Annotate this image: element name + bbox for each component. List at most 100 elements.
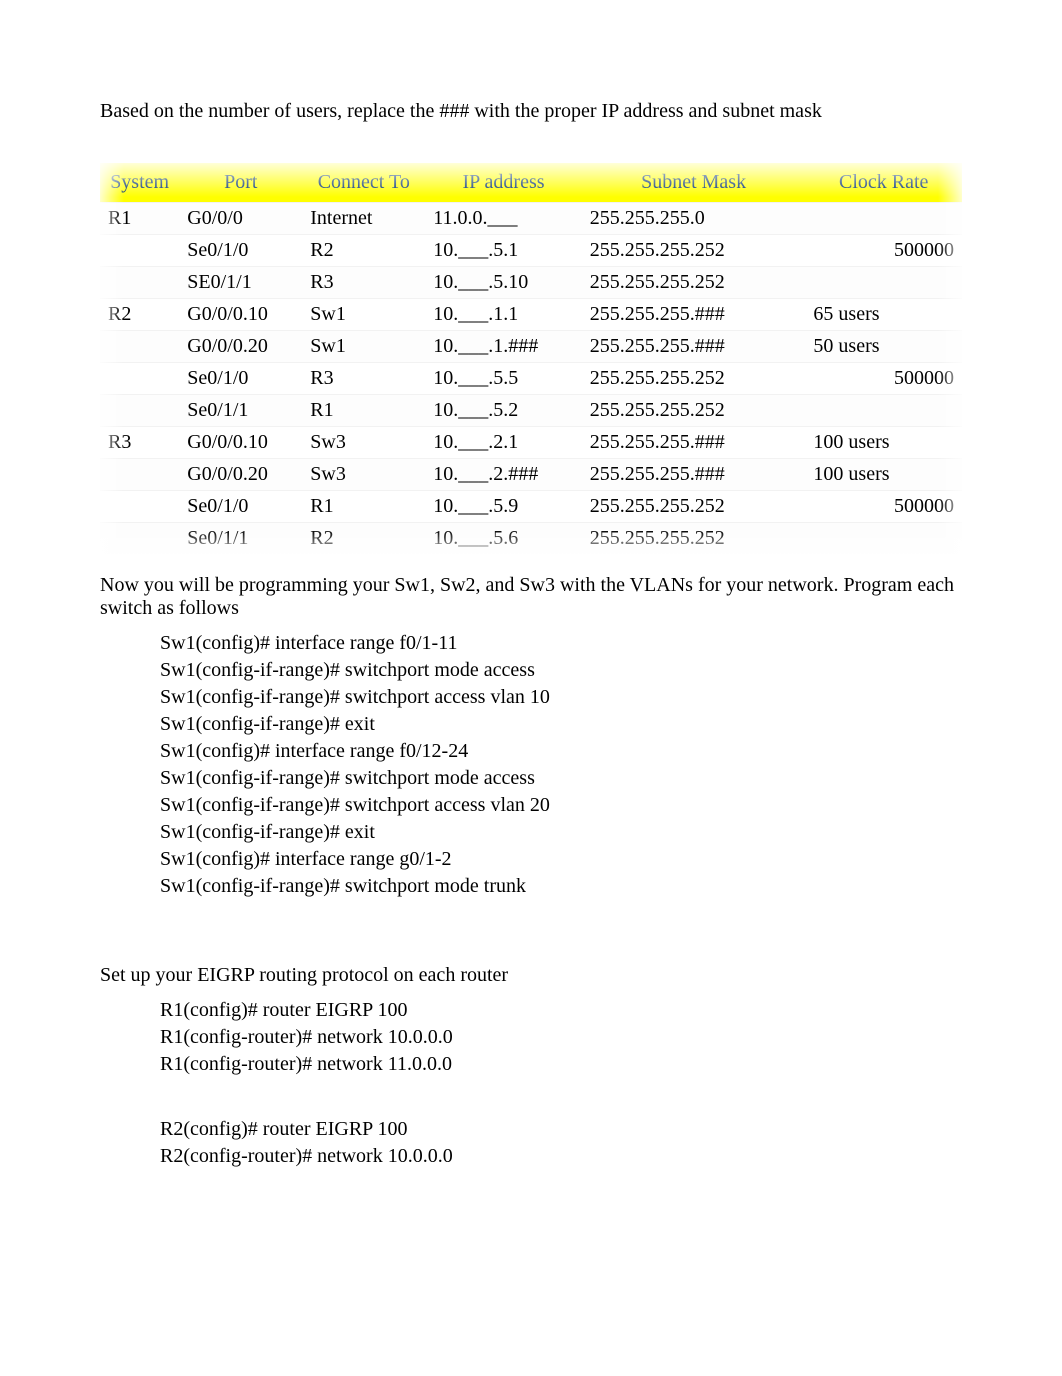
cell-ip: 11.0.0.___ — [425, 202, 582, 234]
cell-system — [100, 522, 179, 554]
cell-connect: Internet — [302, 202, 425, 234]
code-line: R1(config)# router EIGRP 100 — [160, 997, 962, 1024]
cell-connect: Sw3 — [302, 458, 425, 490]
code-line: Sw1(config-if-range)# exit — [160, 819, 962, 846]
cell-connect: R1 — [302, 394, 425, 426]
cell-ip: 10.___.5.5 — [425, 362, 582, 394]
cell-system: R1 — [100, 202, 179, 234]
th-subnet: Subnet Mask — [582, 163, 806, 202]
table-row: Se0/1/1R210.___.5.6255.255.255.252 — [100, 522, 962, 554]
cell-connect: Sw1 — [302, 298, 425, 330]
cell-subnet: 255.255.255.### — [582, 330, 806, 362]
cell-connect: R2 — [302, 234, 425, 266]
code-line: Sw1(config-if-range)# switchport mode ac… — [160, 765, 962, 792]
cell-subnet: 255.255.255.252 — [582, 394, 806, 426]
code-line: R1(config-router)# network 10.0.0.0 — [160, 1024, 962, 1051]
table-row: G0/0/0.20Sw310.___.2.###255.255.255.###1… — [100, 458, 962, 490]
eigrp-commands-r2: R2(config)# router EIGRP 100R2(config-ro… — [160, 1116, 962, 1170]
vlan-paragraph: Now you will be programming your Sw1, Sw… — [100, 574, 962, 620]
cell-clock: 500000 — [805, 362, 962, 394]
cell-clock — [805, 202, 962, 234]
code-line: Sw1(config)# interface range f0/12-24 — [160, 738, 962, 765]
cell-ip: 10.___.1.### — [425, 330, 582, 362]
cell-port: G0/0/0.10 — [179, 298, 302, 330]
code-line: Sw1(config-if-range)# switchport access … — [160, 792, 962, 819]
cell-port: G0/0/0 — [179, 202, 302, 234]
cell-port: G0/0/0.20 — [179, 330, 302, 362]
document-page: Based on the number of users, replace th… — [0, 0, 1062, 1240]
cell-system: R3 — [100, 426, 179, 458]
cell-connect: Sw3 — [302, 426, 425, 458]
cell-subnet: 255.255.255.0 — [582, 202, 806, 234]
cell-clock: 100 users — [805, 426, 962, 458]
cell-clock: 500000 — [805, 234, 962, 266]
table-row: SE0/1/1R310.___.5.10255.255.255.252 — [100, 266, 962, 298]
code-line: R2(config-router)# network 10.0.0.0 — [160, 1143, 962, 1170]
cell-ip: 10.___.5.6 — [425, 522, 582, 554]
cell-ip: 10.___.5.9 — [425, 490, 582, 522]
cell-clock — [805, 394, 962, 426]
cell-connect: R3 — [302, 266, 425, 298]
th-ip: IP address — [425, 163, 582, 202]
cell-clock: 50 users — [805, 330, 962, 362]
eigrp-commands-r1: R1(config)# router EIGRP 100R1(config-ro… — [160, 997, 962, 1078]
cell-port: Se0/1/1 — [179, 522, 302, 554]
cell-clock — [805, 522, 962, 554]
th-clock: Clock Rate — [805, 163, 962, 202]
cell-subnet: 255.255.255.252 — [582, 234, 806, 266]
cell-connect: R3 — [302, 362, 425, 394]
cell-clock: 65 users — [805, 298, 962, 330]
cell-system — [100, 330, 179, 362]
code-line: Sw1(config-if-range)# switchport access … — [160, 684, 962, 711]
cell-ip: 10.___.2.### — [425, 458, 582, 490]
cell-subnet: 255.255.255.252 — [582, 362, 806, 394]
cell-system — [100, 362, 179, 394]
cell-connect: R1 — [302, 490, 425, 522]
code-line: Sw1(config-if-range)# switchport mode tr… — [160, 873, 962, 900]
cell-port: Se0/1/0 — [179, 234, 302, 266]
table-row: Se0/1/0R310.___.5.5255.255.255.252500000 — [100, 362, 962, 394]
code-line: R2(config)# router EIGRP 100 — [160, 1116, 962, 1143]
cell-port: SE0/1/1 — [179, 266, 302, 298]
cell-port: G0/0/0.10 — [179, 426, 302, 458]
table-header-row: System Port Connect To IP address Subnet… — [100, 163, 962, 202]
cell-system — [100, 458, 179, 490]
network-table-wrap: System Port Connect To IP address Subnet… — [100, 163, 962, 554]
table-body: R1G0/0/0Internet11.0.0.___255.255.255.0S… — [100, 202, 962, 554]
table-row: G0/0/0.20Sw110.___.1.###255.255.255.###5… — [100, 330, 962, 362]
code-line: Sw1(config-if-range)# switchport mode ac… — [160, 657, 962, 684]
table-row: Se0/1/1R110.___.5.2255.255.255.252 — [100, 394, 962, 426]
cell-clock: 500000 — [805, 490, 962, 522]
vlan-commands: Sw1(config)# interface range f0/1-11Sw1(… — [160, 630, 962, 900]
cell-subnet: 255.255.255.### — [582, 298, 806, 330]
cell-system: R2 — [100, 298, 179, 330]
cell-clock — [805, 266, 962, 298]
cell-system — [100, 266, 179, 298]
table-row: Se0/1/0R110.___.5.9255.255.255.252500000 — [100, 490, 962, 522]
cell-system — [100, 490, 179, 522]
cell-subnet: 255.255.255.### — [582, 426, 806, 458]
cell-ip: 10.___.2.1 — [425, 426, 582, 458]
table-row: R1G0/0/0Internet11.0.0.___255.255.255.0 — [100, 202, 962, 234]
th-port: Port — [179, 163, 302, 202]
network-table: System Port Connect To IP address Subnet… — [100, 163, 962, 554]
cell-ip: 10.___.5.10 — [425, 266, 582, 298]
cell-port: Se0/1/0 — [179, 490, 302, 522]
cell-subnet: 255.255.255.252 — [582, 266, 806, 298]
code-line: Sw1(config-if-range)# exit — [160, 711, 962, 738]
cell-ip: 10.___.5.1 — [425, 234, 582, 266]
cell-connect: R2 — [302, 522, 425, 554]
cell-ip: 10.___.5.2 — [425, 394, 582, 426]
cell-subnet: 255.255.255.252 — [582, 522, 806, 554]
cell-subnet: 255.255.255.252 — [582, 490, 806, 522]
cell-subnet: 255.255.255.### — [582, 458, 806, 490]
table-row: R3G0/0/0.10Sw310.___.2.1255.255.255.###1… — [100, 426, 962, 458]
intro-text: Based on the number of users, replace th… — [100, 100, 962, 123]
table-row: R2G0/0/0.10Sw110.___.1.1255.255.255.###6… — [100, 298, 962, 330]
table-row: Se0/1/0R210.___.5.1255.255.255.252500000 — [100, 234, 962, 266]
th-connect-to: Connect To — [302, 163, 425, 202]
code-line: Sw1(config)# interface range f0/1-11 — [160, 630, 962, 657]
th-system: System — [100, 163, 179, 202]
code-line: R1(config-router)# network 11.0.0.0 — [160, 1051, 962, 1078]
cell-port: G0/0/0.20 — [179, 458, 302, 490]
